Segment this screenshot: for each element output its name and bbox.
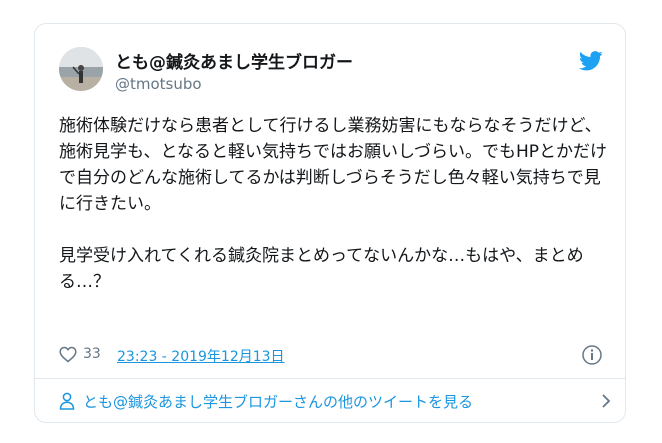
info-icon[interactable] [581, 344, 603, 366]
tweet-card: とも@鍼灸あまし学生ブロガー @tmotsubo 施術体験だけなら患者として行け… [34, 23, 626, 423]
author-display-name[interactable]: とも@鍼灸あまし学生ブロガー [115, 48, 353, 73]
twitter-bird-icon[interactable] [578, 51, 603, 71]
tweet-meta: 33 23:23 - 2019年12月13日 [59, 344, 603, 366]
heart-icon[interactable] [59, 346, 77, 363]
like-count: 33 [83, 346, 101, 362]
more-tweets-label: とも@鍼灸あまし学生ブロガーさんの他のツイートを見る [83, 393, 474, 411]
avatar[interactable] [59, 47, 103, 91]
person-icon [59, 392, 75, 410]
chevron-right-icon [601, 393, 611, 409]
tweet-timestamp-link[interactable]: 23:23 - 2019年12月13日 [117, 346, 285, 366]
tweet-text: 施術体験だけなら患者として行けるし業務妨害にもならなそうだけど、 施術見学も、と… [59, 116, 607, 292]
author-handle[interactable]: @tmotsubo [115, 75, 202, 93]
more-tweets-link[interactable]: とも@鍼灸あまし学生ブロガーさんの他のツイートを見る [35, 379, 625, 423]
